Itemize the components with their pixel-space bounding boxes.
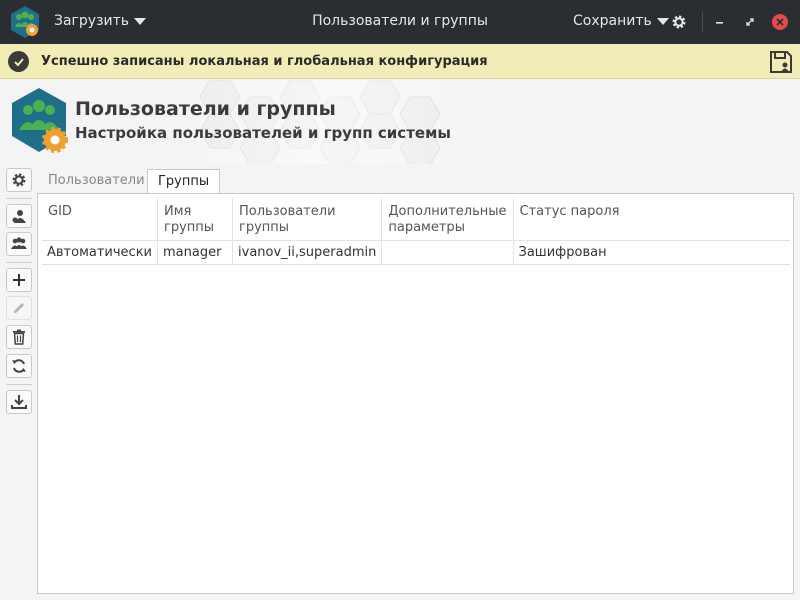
module-settings-button[interactable] [6,168,32,192]
cell-group-name: manager [157,240,234,265]
refresh-button[interactable] [6,354,32,378]
close-button[interactable] [772,14,788,30]
app-logo-icon [11,6,39,38]
save-menu-label: Сохранить [573,13,652,29]
column-header-gid[interactable]: GID [42,198,159,241]
column-header-group-users[interactable]: Пользователи группы [232,198,383,241]
page-subtitle: Настройка пользователей и групп системы [75,124,451,142]
restore-icon [746,18,754,26]
groups-table: GID Имя группы Пользователи группы Допол… [42,198,790,265]
refresh-icon [12,359,26,373]
groups-mode-button[interactable] [6,232,32,256]
notification-text: Успешно записаны локальная и глобальная … [41,54,488,69]
check-circle-icon [8,51,29,72]
user-icon [12,210,26,223]
edit-group-button[interactable] [6,296,32,320]
minimize-icon [716,22,723,24]
chevron-down-icon [656,17,669,25]
download-button[interactable] [6,390,32,414]
floppy-user-icon[interactable] [768,49,794,75]
column-header-group-name[interactable]: Имя группы [157,198,234,241]
title-bar: Загрузить Пользователи и группы Сохранит… [0,0,800,44]
cell-extra-params [381,240,514,265]
cell-group-users: ivanov_ii,superadmin [232,240,383,265]
settings-button[interactable] [669,12,689,32]
titlebar-divider [702,12,703,32]
trash-icon [13,329,25,345]
groups-table-panel: GID Имя группы Пользователи группы Допол… [37,193,794,594]
column-header-password-status[interactable]: Статус пароля [513,198,790,241]
toolbar-divider [6,198,32,199]
tab-groups[interactable]: Группы [147,169,221,194]
group-icon [11,237,27,249]
load-menu-button[interactable]: Загрузить [54,13,147,29]
users-gear-icon [12,88,68,153]
table-row[interactable]: Автоматически manager ivanov_ii,superadm… [42,240,790,265]
save-menu-button[interactable]: Сохранить [573,13,669,29]
plus-icon [13,274,25,286]
notification-bar: Успешно записаны локальная и глобальная … [0,44,800,79]
download-icon [11,395,27,409]
minimize-button[interactable] [710,12,730,32]
gear-icon [12,173,26,187]
column-header-extra-params[interactable]: Дополнительные параметры [381,198,514,241]
toolbar-divider [6,262,32,263]
chevron-down-icon [134,17,147,25]
delete-group-button[interactable] [6,325,32,349]
page-header: Пользователи и группы Настройка пользова… [0,80,800,164]
page-title: Пользователи и группы [75,98,336,120]
tab-users[interactable]: Пользователи [38,169,155,193]
table-header-row: GID Имя группы Пользователи группы Допол… [42,198,790,241]
load-menu-label: Загрузить [54,13,130,29]
cell-password-status: Зашифрован [513,240,790,265]
gear-icon [672,15,686,29]
hexagon-pattern-background [190,80,470,164]
close-icon [776,18,784,26]
users-mode-button[interactable] [6,204,32,228]
cell-gid: Автоматически [42,240,159,265]
add-group-button[interactable] [6,268,32,292]
toolbar-divider [6,384,32,385]
restore-button[interactable] [740,12,760,32]
pencil-icon [14,303,24,313]
